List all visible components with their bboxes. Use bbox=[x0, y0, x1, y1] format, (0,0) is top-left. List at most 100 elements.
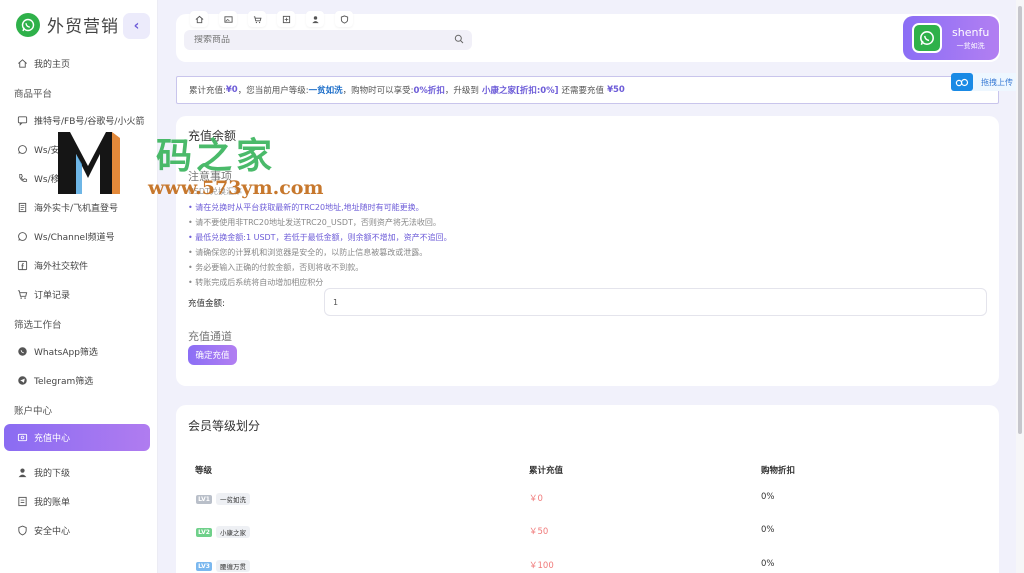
app-logo[interactable]: 外贸营销 bbox=[16, 12, 119, 37]
level-discount: 0% bbox=[761, 525, 775, 535]
level-total: ￥50 bbox=[529, 527, 549, 537]
section-account: 账户中心 bbox=[14, 406, 53, 417]
sidebar-item-security[interactable]: 安全中心 bbox=[4, 517, 150, 543]
notice-item: • 最低兑换金额:1 USDT，若低于最低金额，则余额不增加，资产不追回。 bbox=[188, 233, 452, 242]
banner-text: 还需要充值 bbox=[561, 86, 605, 96]
column-header-level: 等级 bbox=[195, 466, 213, 476]
quick-toolbar bbox=[190, 11, 353, 27]
confirm-recharge-button[interactable]: 确定充值 bbox=[188, 345, 237, 365]
membership-card: 会员等级划分 等级 累计充值 购物折扣 LV1 一贫如洗 ￥0 0% LV2 小… bbox=[176, 405, 999, 573]
banner-text: ，购物时可以享受: bbox=[342, 86, 414, 96]
page-scrollbar[interactable] bbox=[1016, 0, 1024, 573]
image-icon[interactable] bbox=[219, 11, 237, 27]
document-icon bbox=[16, 201, 28, 213]
wallet-icon bbox=[16, 432, 28, 444]
notice-list: • 请在兑换时从平台获取最新的TRC20地址,地址随时有可能更换。 • 请不要使… bbox=[188, 200, 452, 290]
user-level: 一贫如洗 bbox=[956, 41, 985, 50]
whatsapp-logo-icon bbox=[16, 12, 40, 37]
recharge-status-banner: 累计充值: ¥0 ，您当前用户等级: 一贫如洗 ，购物时可以享受: 0%折扣 ，… bbox=[176, 76, 999, 104]
user-name: shenfu bbox=[952, 25, 990, 39]
user-icon[interactable] bbox=[306, 11, 324, 27]
cart-icon[interactable] bbox=[248, 11, 266, 27]
chevron-left-icon: ‹ bbox=[133, 18, 140, 34]
amount-label: 充值金额: bbox=[188, 299, 225, 309]
sidebar-item-telegram-filter[interactable]: Telegram筛选 bbox=[4, 367, 150, 393]
sidebar-item-home[interactable]: 我的主页 bbox=[4, 50, 150, 76]
user-profile-card[interactable]: shenfu 一贫如洗 bbox=[903, 16, 999, 60]
sidebar-item-label: 我的主页 bbox=[34, 59, 71, 70]
sidebar-item-orders[interactable]: 订单记录 bbox=[4, 281, 150, 307]
search-input[interactable] bbox=[194, 35, 444, 45]
level-badge-lv3: LV3 bbox=[196, 561, 212, 571]
amount-input[interactable] bbox=[324, 288, 987, 316]
column-header-discount: 购物折扣 bbox=[761, 466, 796, 476]
cart-icon bbox=[16, 288, 28, 300]
chat-icon bbox=[16, 114, 28, 126]
column-header-total: 累计充值 bbox=[529, 466, 564, 476]
whatsapp-icon bbox=[16, 143, 28, 155]
sidebar-item-overseas-card[interactable]: 海外实卡/飞机直登号 bbox=[4, 194, 150, 220]
sidebar-item-bills[interactable]: 我的账单 bbox=[4, 488, 150, 514]
sidebar-item-label: 推特号/FB号/谷歌号/小火箭 bbox=[34, 116, 145, 127]
banner-need-amount: ¥50 bbox=[607, 85, 625, 95]
sidebar-item-subordinates[interactable]: 我的下级 bbox=[4, 459, 150, 485]
banner-text: 累计充值: bbox=[189, 86, 226, 96]
level-name: 小康之家 bbox=[216, 526, 250, 538]
sidebar-item-label: 我的账单 bbox=[34, 497, 71, 508]
sidebar: 外贸营销 ‹ 我的主页 商品平台 推特号/FB号/谷歌号/小火箭 Ws/安 Ws… bbox=[0, 0, 158, 573]
sidebar-item-label: Telegram筛选 bbox=[34, 376, 94, 387]
banner-total: ¥0 bbox=[225, 85, 238, 95]
watermark-text: 码之家 bbox=[156, 135, 277, 177]
user-icon bbox=[16, 466, 28, 478]
banner-text: ，您当前用户等级: bbox=[237, 86, 309, 96]
level-badge-lv1: LV1 bbox=[196, 494, 212, 504]
watermark-logo: M bbox=[56, 128, 120, 196]
sidebar-item-recharge[interactable]: 充值中心 bbox=[4, 424, 150, 451]
upload-label: 拖拽上传 bbox=[981, 77, 1013, 87]
sidebar-item-whatsapp-filter[interactable]: WhatsApp筛选 bbox=[4, 338, 150, 364]
app-title: 外贸营销 bbox=[47, 17, 119, 37]
home-icon[interactable] bbox=[190, 11, 208, 27]
whatsapp-icon bbox=[16, 230, 28, 242]
banner-discount: 0%折扣 bbox=[413, 86, 445, 96]
collapse-sidebar-button[interactable]: ‹ bbox=[123, 13, 150, 39]
telegram-icon bbox=[16, 374, 28, 386]
banner-text: ，升级到 bbox=[444, 86, 479, 96]
section-filter: 筛选工作台 bbox=[14, 320, 62, 331]
level-total: ￥0 bbox=[529, 494, 543, 504]
level-name: 一贫如洗 bbox=[216, 493, 250, 505]
search-bar bbox=[184, 30, 472, 50]
notice-item: • 请在兑换时从平台获取最新的TRC20地址,地址随时有可能更换。 bbox=[188, 203, 424, 212]
sidebar-item-ws-channel[interactable]: Ws/Channel频道号 bbox=[4, 223, 150, 249]
search-icon[interactable] bbox=[454, 34, 464, 47]
watermark-url: www.573ym.com bbox=[148, 177, 324, 199]
sidebar-item-label: 充值中心 bbox=[34, 434, 71, 444]
notice-item: • 务必要输入正确的付款金额，否则将收不到款。 bbox=[188, 263, 364, 272]
phone-icon bbox=[16, 172, 28, 184]
shield-icon bbox=[16, 524, 28, 536]
whatsapp-icon bbox=[16, 345, 28, 357]
scrollbar-thumb[interactable] bbox=[1018, 6, 1022, 434]
level-badge-lv2: LV2 bbox=[196, 527, 212, 537]
level-name: 腰缠万贯 bbox=[216, 560, 250, 572]
bill-icon bbox=[16, 495, 28, 507]
level-discount: 0% bbox=[761, 559, 775, 569]
sidebar-item-label: WhatsApp筛选 bbox=[34, 347, 98, 358]
topbar bbox=[176, 11, 1000, 62]
drag-upload-button[interactable]: 拖拽上传 bbox=[951, 73, 1024, 91]
sidebar-item-label: 海外社交软件 bbox=[34, 261, 89, 272]
level-discount: 0% bbox=[761, 492, 775, 502]
sidebar-item-social-apps[interactable]: 海外社交软件 bbox=[4, 252, 150, 278]
recharge-card: 充值余额 注意事项 USDT兑换汇率 • 请在兑换时从平台获取最新的TRC20地… bbox=[176, 116, 999, 386]
avatar bbox=[912, 23, 942, 53]
table-row-level: LV1 一贫如洗 bbox=[196, 493, 250, 505]
plus-box-icon[interactable] bbox=[277, 11, 295, 27]
section-goods: 商品平台 bbox=[14, 89, 53, 100]
sidebar-item-label: 安全中心 bbox=[34, 526, 71, 537]
facebook-icon bbox=[16, 259, 28, 271]
notice-item: • 请确保您的计算机和浏览器是安全的，以防止信息被篡改或泄露。 bbox=[188, 248, 428, 257]
banner-level: 一贫如洗 bbox=[308, 86, 343, 96]
sidebar-item-label: 订单记录 bbox=[34, 290, 71, 301]
sidebar-item-label: Ws/Channel频道号 bbox=[34, 232, 115, 243]
shield-icon[interactable] bbox=[335, 11, 353, 27]
